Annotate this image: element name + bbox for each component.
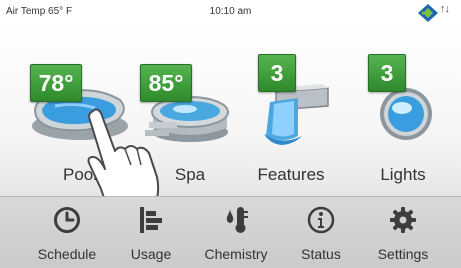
features-tile[interactable]: 3 Features (236, 44, 346, 194)
pool-control-screen: Air Temp 65° F 10:10 am ↑↓ 78° Pool 85° … (0, 0, 461, 268)
main-panel: 78° Pool 85° Spa 3 Features 3 Lights (0, 24, 461, 216)
brand-logo-icon (418, 4, 438, 22)
settings-label: Settings (377, 246, 429, 262)
clock-time: 10:10 am (209, 6, 252, 17)
lights-tile[interactable]: 3 Lights (348, 44, 458, 194)
features-label: Features (257, 165, 325, 184)
status-label: Status (301, 246, 341, 262)
pool-temperature-badge: 78° (30, 64, 82, 102)
info-icon (307, 206, 335, 234)
bottom-toolbar: Schedule Usage Chemistry Status Settings (0, 196, 461, 268)
usage-label: Usage (130, 246, 172, 262)
status-bar: Air Temp 65° F 10:10 am ↑↓ (0, 0, 461, 24)
network-activity-icon: ↑↓ (440, 3, 450, 15)
settings-button[interactable]: Settings (358, 197, 448, 268)
clock-icon (54, 207, 80, 233)
chemistry-button[interactable]: Chemistry (191, 197, 281, 268)
features-count-badge: 3 (258, 54, 296, 92)
status-button[interactable]: Status (276, 197, 366, 268)
usage-button[interactable]: Usage (106, 197, 196, 268)
spa-temperature-badge: 85° (140, 64, 192, 102)
schedule-label: Schedule (37, 246, 97, 262)
lights-label: Lights (380, 165, 426, 184)
bar-chart-icon (140, 207, 162, 233)
lights-count-badge: 3 (368, 54, 406, 92)
thermometer-drop-icon (226, 207, 248, 233)
schedule-button[interactable]: Schedule (22, 197, 112, 268)
gear-icon (390, 207, 416, 233)
chemistry-label: Chemistry (204, 246, 268, 262)
